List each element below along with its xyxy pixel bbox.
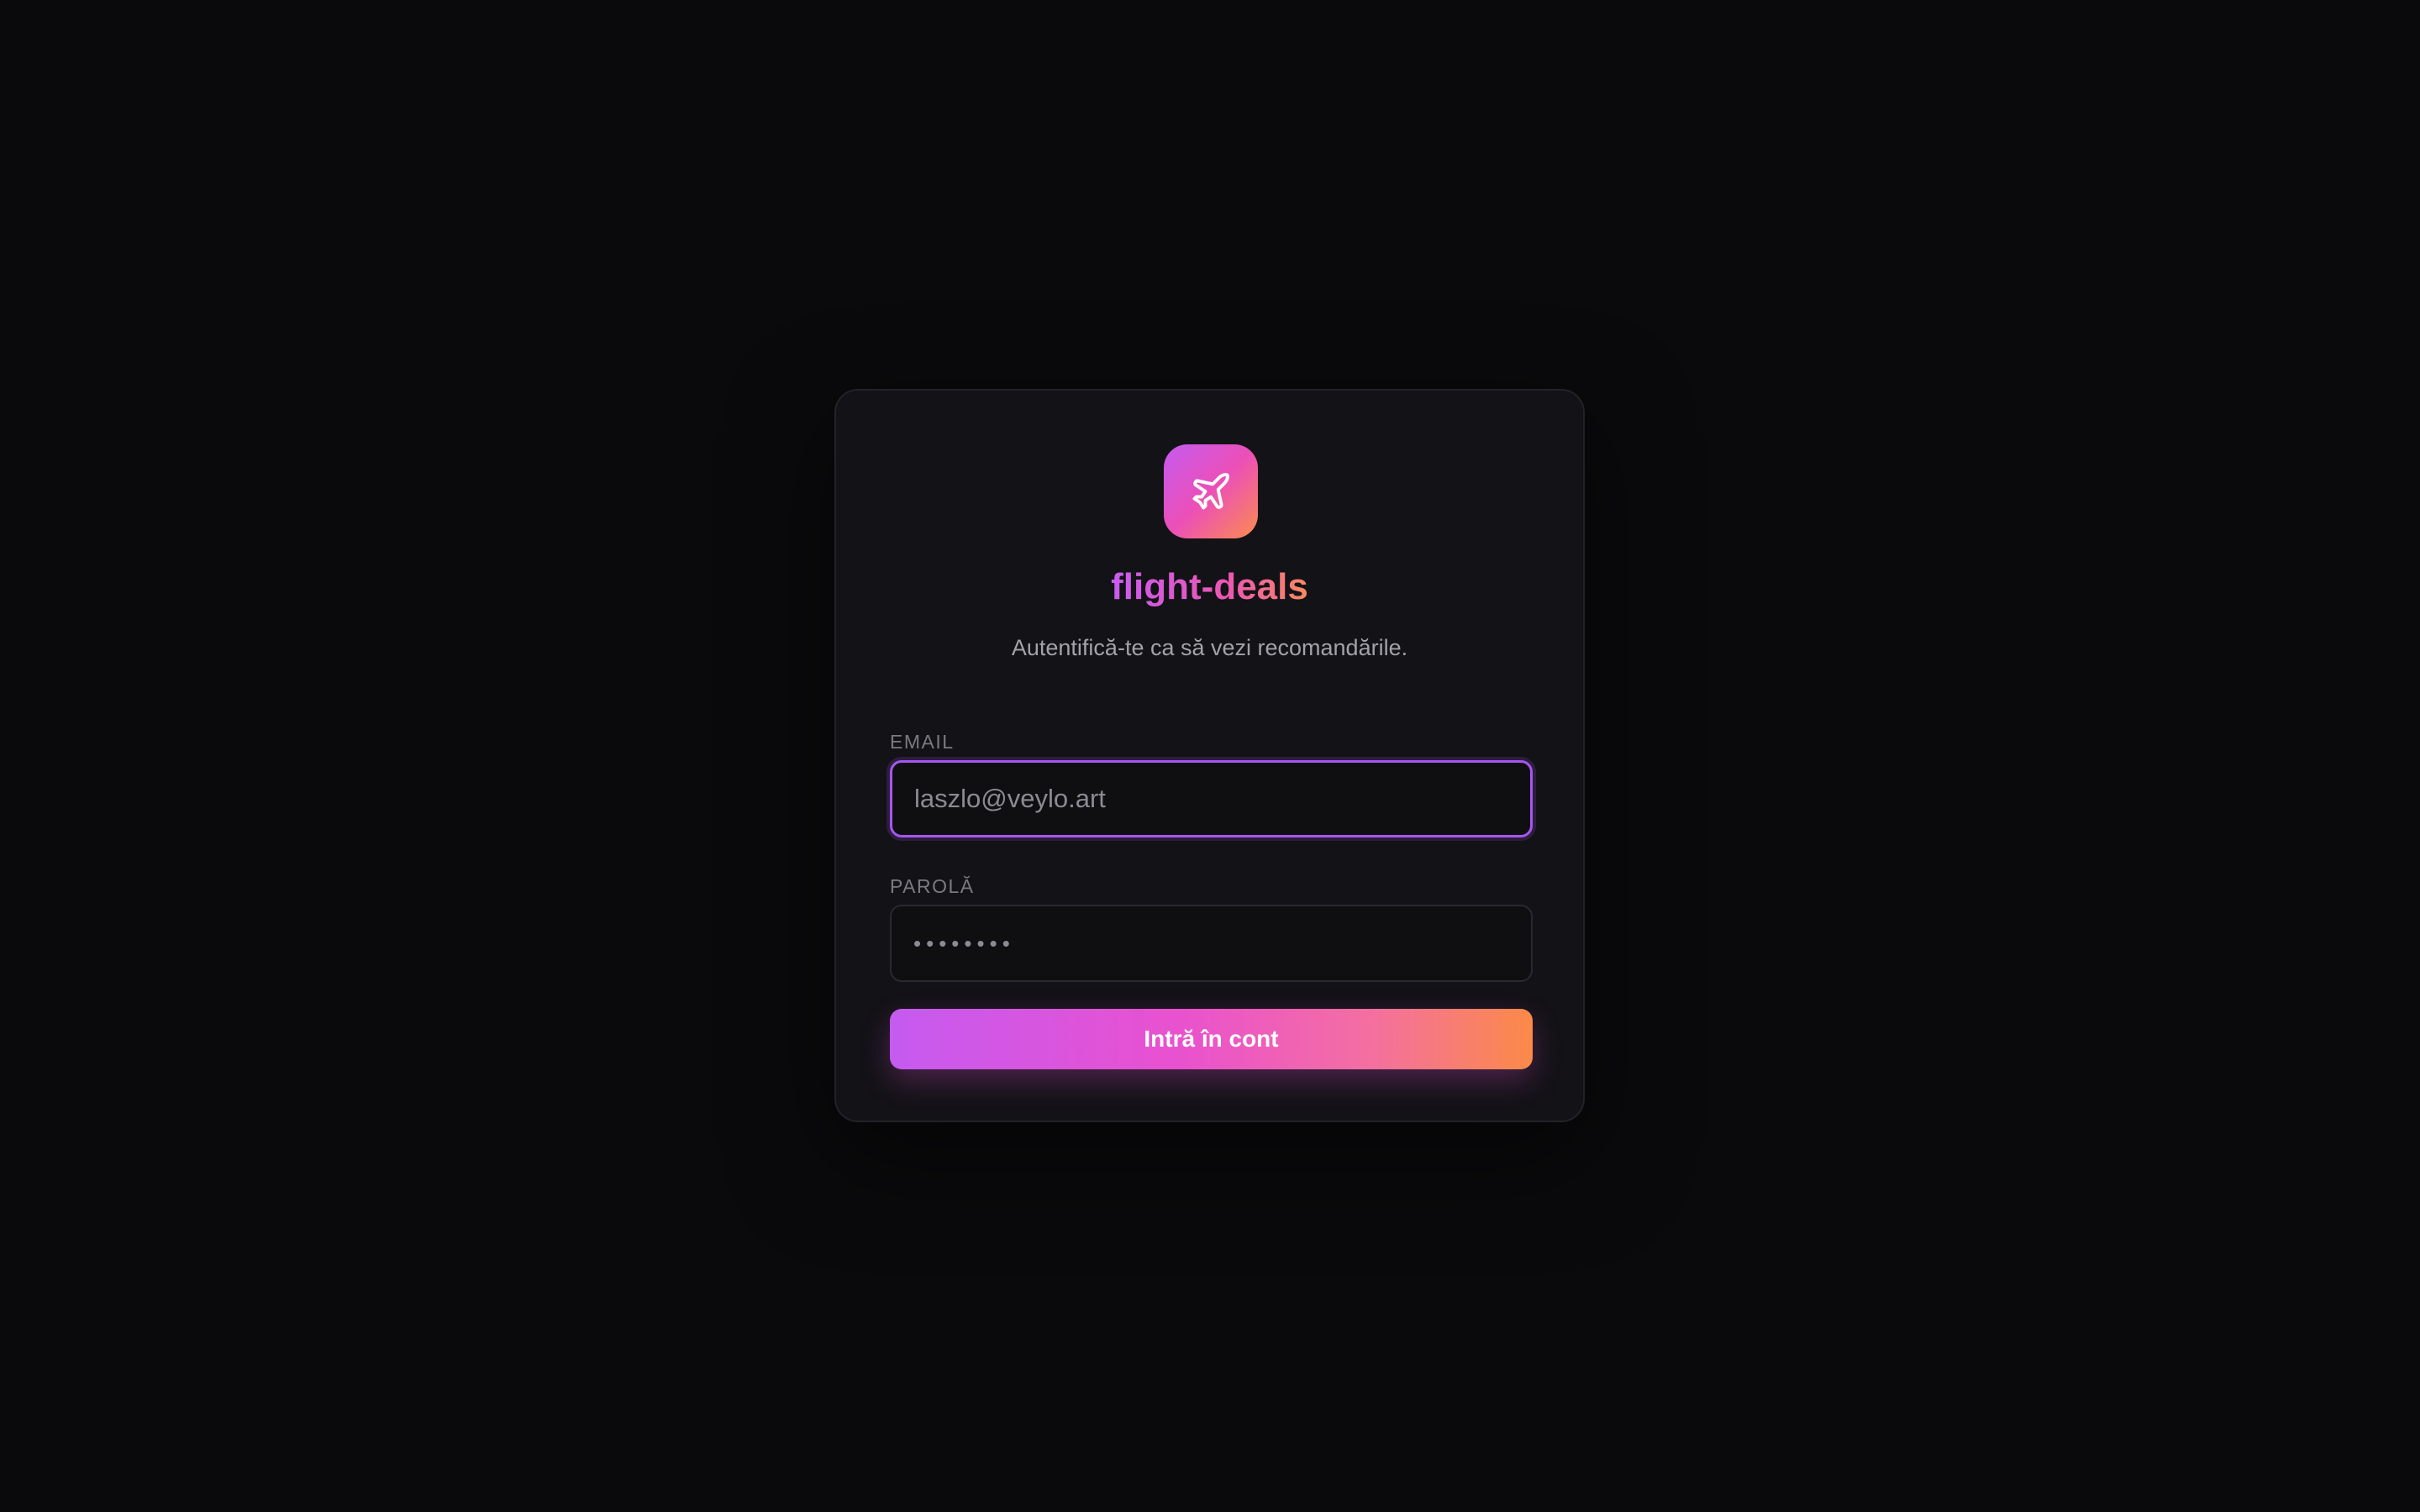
password-field[interactable] [890,905,1533,982]
app-title-text: flight-deals [1111,566,1308,607]
login-card: flight-deals Autentifică-te ca să vezi r… [834,389,1585,1122]
login-subtitle: Autentifică-te ca să vezi recomandările. [1011,635,1408,660]
email-label: EMAIL [890,731,955,753]
airplane-icon [1192,473,1229,510]
app-title: flight-deals [836,564,1583,611]
password-label: PAROLĂ [890,875,975,897]
login-page: flight-deals Autentifică-te ca să vezi r… [0,0,2420,1512]
app-logo [1164,444,1258,538]
email-field[interactable] [890,760,1533,837]
login-button[interactable]: Intră în cont [890,1009,1533,1069]
